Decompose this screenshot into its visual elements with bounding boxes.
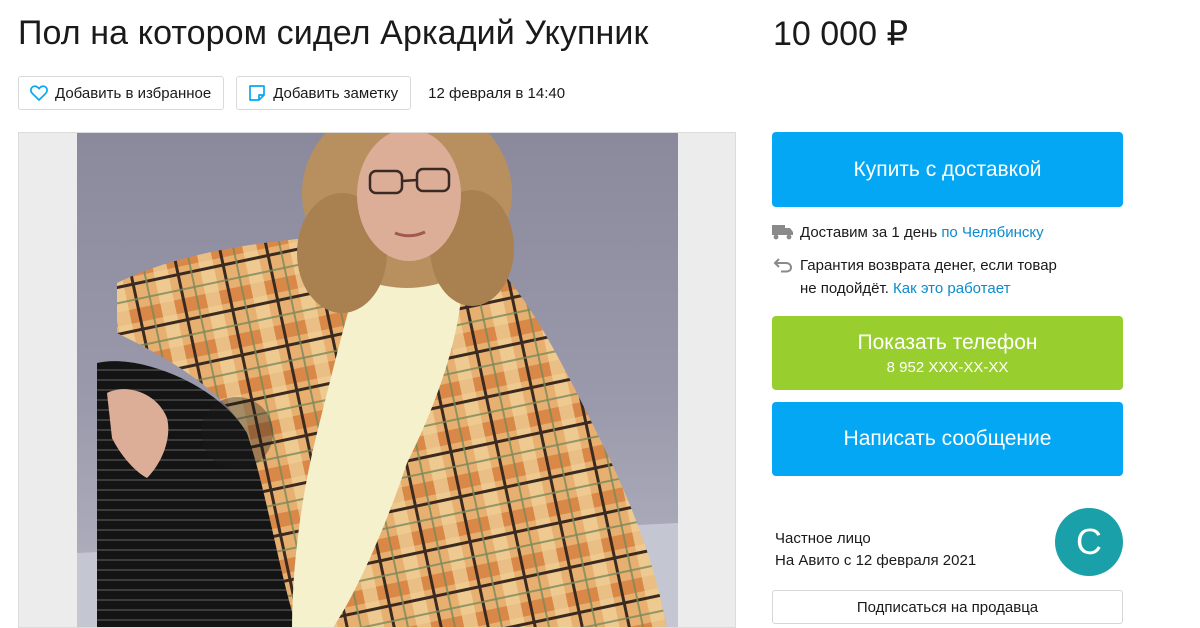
write-message-button[interactable]: Написать сообщение [772, 402, 1123, 476]
guarantee-text: Гарантия возврата денег, если товар не п… [800, 257, 1057, 297]
subscribe-seller-button[interactable]: Подписаться на продавца [772, 590, 1123, 624]
buy-with-delivery-button[interactable]: Купить с доставкой [772, 132, 1123, 207]
return-arrow-icon [772, 254, 794, 300]
note-icon [247, 83, 267, 103]
listing-title: Пол на котором сидел Аркадий Укупник [18, 14, 649, 52]
delivery-info: Доставим за 1 день по Челябинску [772, 221, 1044, 244]
add-favorite-label: Добавить в избранное [55, 84, 212, 102]
heart-icon [29, 83, 49, 103]
seller-type: Частное лицо [775, 530, 871, 547]
seller-avatar[interactable]: С [1055, 508, 1123, 576]
show-phone-label: Показать телефон [857, 330, 1038, 354]
seller-since: На Авито с 12 февраля 2021 [775, 552, 977, 569]
listing-actions: Добавить в избранное Добавить заметку 12… [18, 76, 565, 110]
listing-page: Пол на котором сидел Аркадий Укупник 10 … [0, 0, 1200, 628]
add-note-button[interactable]: Добавить заметку [236, 76, 412, 110]
add-favorite-button[interactable]: Добавить в избранное [18, 76, 225, 110]
listing-price: 10 000 ₽ [773, 15, 909, 53]
listing-photo[interactable] [18, 132, 736, 628]
guarantee-info: Гарантия возврата денег, если товар не п… [772, 254, 1057, 300]
listing-date: 12 февраля в 14:40 [428, 84, 566, 102]
phone-number-masked: 8 952 XXX-XX-XX [886, 358, 1009, 376]
buy-with-delivery-label: Купить с доставкой [853, 157, 1042, 181]
delivery-text: Доставим за 1 день по Челябинску [800, 224, 1044, 241]
truck-icon [772, 221, 794, 244]
delivery-city-link[interactable]: по Челябинску [941, 224, 1043, 241]
write-message-label: Написать сообщение [843, 427, 1052, 450]
show-phone-button[interactable]: Показать телефон 8 952 XXX-XX-XX [772, 316, 1123, 390]
listing-photo-image [77, 133, 678, 627]
how-it-works-link[interactable]: Как это работает [893, 280, 1010, 297]
add-note-label: Добавить заметку [273, 84, 399, 102]
